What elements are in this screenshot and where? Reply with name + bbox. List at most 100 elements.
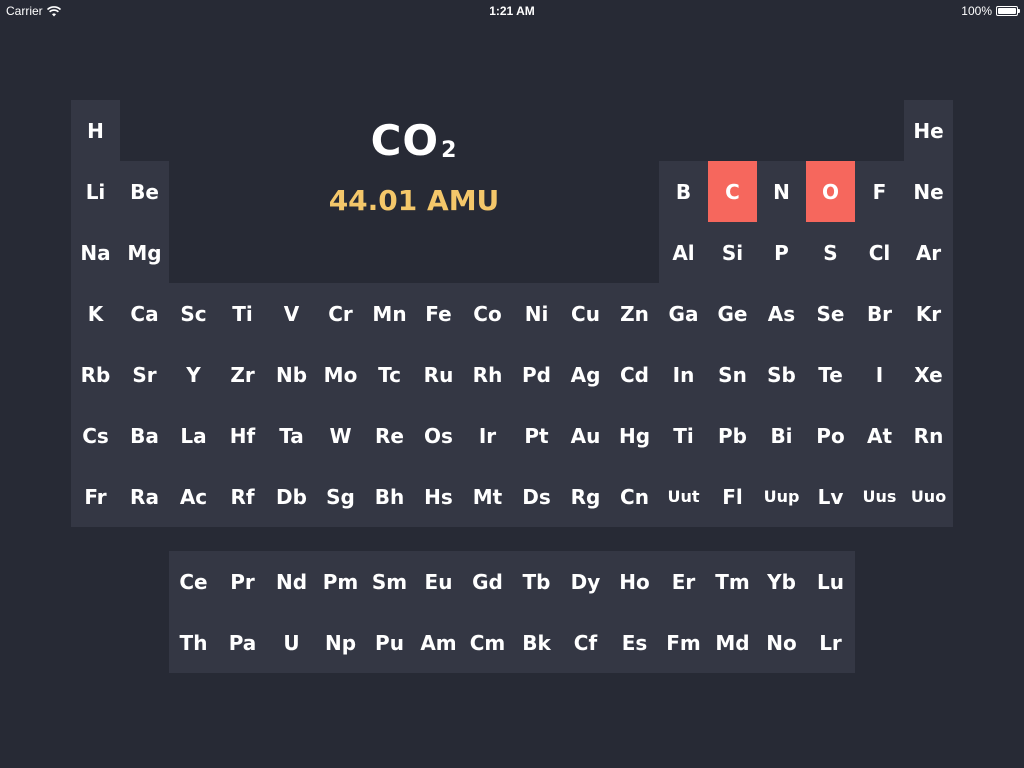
element-cell-ra[interactable]: Ra [120, 466, 169, 527]
element-cell-pt[interactable]: Pt [512, 405, 561, 466]
element-cell-ge[interactable]: Ge [708, 283, 757, 344]
element-cell-in[interactable]: In [659, 344, 708, 405]
element-cell-es[interactable]: Es [610, 612, 659, 673]
element-cell-rb[interactable]: Rb [71, 344, 120, 405]
element-cell-fm[interactable]: Fm [659, 612, 708, 673]
element-cell-ac[interactable]: Ac [169, 466, 218, 527]
element-cell-sc[interactable]: Sc [169, 283, 218, 344]
element-cell-sg[interactable]: Sg [316, 466, 365, 527]
element-cell-sn[interactable]: Sn [708, 344, 757, 405]
element-cell-kr[interactable]: Kr [904, 283, 953, 344]
element-cell-db[interactable]: Db [267, 466, 316, 527]
element-cell-ca[interactable]: Ca [120, 283, 169, 344]
element-cell-np[interactable]: Np [316, 612, 365, 673]
element-cell-ar[interactable]: Ar [904, 222, 953, 283]
element-cell-ti[interactable]: Ti [659, 405, 708, 466]
element-cell-mo[interactable]: Mo [316, 344, 365, 405]
element-cell-fl[interactable]: Fl [708, 466, 757, 527]
element-cell-cd[interactable]: Cd [610, 344, 659, 405]
element-cell-zr[interactable]: Zr [218, 344, 267, 405]
element-cell-s[interactable]: S [806, 222, 855, 283]
element-cell-sb[interactable]: Sb [757, 344, 806, 405]
element-cell-gd[interactable]: Gd [463, 551, 512, 612]
element-cell-hg[interactable]: Hg [610, 405, 659, 466]
element-cell-rf[interactable]: Rf [218, 466, 267, 527]
element-cell-ir[interactable]: Ir [463, 405, 512, 466]
element-cell-o[interactable]: O [806, 161, 855, 222]
element-cell-tb[interactable]: Tb [512, 551, 561, 612]
element-cell-yb[interactable]: Yb [757, 551, 806, 612]
element-cell-rn[interactable]: Rn [904, 405, 953, 466]
element-cell-no[interactable]: No [757, 612, 806, 673]
element-cell-au[interactable]: Au [561, 405, 610, 466]
element-cell-he[interactable]: He [904, 100, 953, 161]
element-cell-tc[interactable]: Tc [365, 344, 414, 405]
element-cell-zn[interactable]: Zn [610, 283, 659, 344]
element-cell-te[interactable]: Te [806, 344, 855, 405]
element-cell-b[interactable]: B [659, 161, 708, 222]
element-cell-xe[interactable]: Xe [904, 344, 953, 405]
element-cell-nb[interactable]: Nb [267, 344, 316, 405]
element-cell-re[interactable]: Re [365, 405, 414, 466]
element-cell-dy[interactable]: Dy [561, 551, 610, 612]
element-cell-tm[interactable]: Tm [708, 551, 757, 612]
element-cell-sr[interactable]: Sr [120, 344, 169, 405]
element-cell-bh[interactable]: Bh [365, 466, 414, 527]
element-cell-cm[interactable]: Cm [463, 612, 512, 673]
element-cell-uup[interactable]: Uup [757, 466, 806, 527]
element-cell-pm[interactable]: Pm [316, 551, 365, 612]
element-cell-rh[interactable]: Rh [463, 344, 512, 405]
element-cell-cf[interactable]: Cf [561, 612, 610, 673]
element-cell-c[interactable]: C [708, 161, 757, 222]
element-cell-md[interactable]: Md [708, 612, 757, 673]
element-cell-k[interactable]: K [71, 283, 120, 344]
element-cell-h[interactable]: H [71, 100, 120, 161]
element-cell-nd[interactable]: Nd [267, 551, 316, 612]
element-cell-ru[interactable]: Ru [414, 344, 463, 405]
element-cell-uut[interactable]: Uut [659, 466, 708, 527]
element-cell-am[interactable]: Am [414, 612, 463, 673]
element-cell-f[interactable]: F [855, 161, 904, 222]
element-cell-ag[interactable]: Ag [561, 344, 610, 405]
element-cell-cs[interactable]: Cs [71, 405, 120, 466]
element-cell-li[interactable]: Li [71, 161, 120, 222]
element-cell-pd[interactable]: Pd [512, 344, 561, 405]
element-cell-bk[interactable]: Bk [512, 612, 561, 673]
element-cell-fr[interactable]: Fr [71, 466, 120, 527]
element-cell-hf[interactable]: Hf [218, 405, 267, 466]
element-cell-fe[interactable]: Fe [414, 283, 463, 344]
element-cell-mn[interactable]: Mn [365, 283, 414, 344]
element-cell-er[interactable]: Er [659, 551, 708, 612]
element-cell-ce[interactable]: Ce [169, 551, 218, 612]
element-cell-ga[interactable]: Ga [659, 283, 708, 344]
element-cell-lr[interactable]: Lr [806, 612, 855, 673]
element-cell-at[interactable]: At [855, 405, 904, 466]
element-cell-si[interactable]: Si [708, 222, 757, 283]
element-cell-th[interactable]: Th [169, 612, 218, 673]
element-cell-u[interactable]: U [267, 612, 316, 673]
element-cell-ni[interactable]: Ni [512, 283, 561, 344]
element-cell-cl[interactable]: Cl [855, 222, 904, 283]
element-cell-la[interactable]: La [169, 405, 218, 466]
element-cell-cu[interactable]: Cu [561, 283, 610, 344]
element-cell-al[interactable]: Al [659, 222, 708, 283]
element-cell-sm[interactable]: Sm [365, 551, 414, 612]
element-cell-se[interactable]: Se [806, 283, 855, 344]
element-cell-w[interactable]: W [316, 405, 365, 466]
element-cell-lu[interactable]: Lu [806, 551, 855, 612]
element-cell-eu[interactable]: Eu [414, 551, 463, 612]
element-cell-bi[interactable]: Bi [757, 405, 806, 466]
element-cell-na[interactable]: Na [71, 222, 120, 283]
element-cell-pr[interactable]: Pr [218, 551, 267, 612]
element-cell-lv[interactable]: Lv [806, 466, 855, 527]
element-cell-hs[interactable]: Hs [414, 466, 463, 527]
element-cell-be[interactable]: Be [120, 161, 169, 222]
element-cell-ho[interactable]: Ho [610, 551, 659, 612]
element-cell-mg[interactable]: Mg [120, 222, 169, 283]
element-cell-uuo[interactable]: Uuo [904, 466, 953, 527]
element-cell-i[interactable]: I [855, 344, 904, 405]
element-cell-ta[interactable]: Ta [267, 405, 316, 466]
element-cell-pu[interactable]: Pu [365, 612, 414, 673]
element-cell-po[interactable]: Po [806, 405, 855, 466]
element-cell-as[interactable]: As [757, 283, 806, 344]
